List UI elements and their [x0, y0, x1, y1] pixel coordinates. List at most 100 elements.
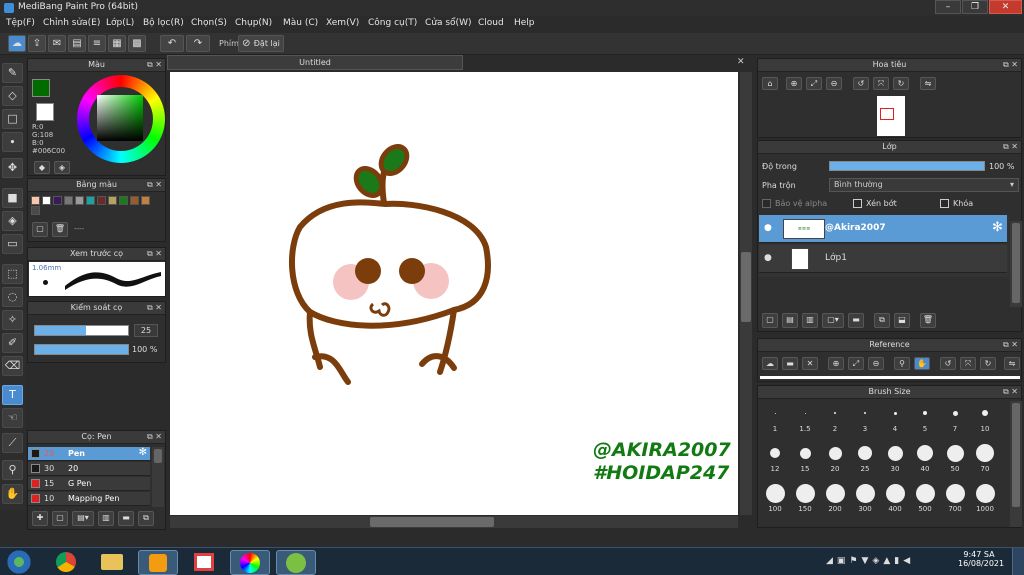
select-rect-tool-icon[interactable]: ⬚: [2, 264, 23, 284]
brush-size-cell[interactable]: 1: [760, 401, 790, 439]
new-halftone-layer-icon[interactable]: ▤: [782, 313, 798, 328]
layer-opacity-slider[interactable]: [829, 161, 985, 171]
panel-controls-icon[interactable]: ⧉ ✕: [147, 179, 162, 191]
menu-color[interactable]: Màu (C): [283, 18, 318, 28]
menu-snap[interactable]: Chụp(N): [235, 18, 272, 28]
brush-size-value[interactable]: 25: [134, 324, 158, 337]
reference-rotate-right-icon[interactable]: ↻: [980, 357, 996, 370]
menu-view[interactable]: Xem(V): [326, 18, 359, 28]
reference-eyedropper-icon[interactable]: ⚲: [894, 357, 910, 370]
horizontal-scrollbar[interactable]: [170, 516, 738, 528]
fit-window-icon[interactable]: ⤧: [873, 77, 889, 90]
menu-select[interactable]: Chọn(S): [191, 18, 227, 28]
text-tool-icon[interactable]: T: [2, 385, 23, 405]
panel-controls-icon[interactable]: ⧉ ✕: [1003, 386, 1018, 398]
system-tray-icons[interactable]: ◢▣⚑▼◈▲▮◀: [826, 556, 914, 566]
start-button[interactable]: [4, 550, 34, 574]
reference-flip-icon[interactable]: ⇋: [1004, 357, 1020, 370]
cloud-icon[interactable]: ☁: [8, 35, 26, 52]
panel-controls-icon[interactable]: ⧉ ✕: [147, 248, 162, 260]
eye-icon[interactable]: ●: [764, 253, 772, 263]
eraser-tool-icon[interactable]: ◇: [2, 86, 23, 106]
palette-swatch[interactable]: [119, 196, 128, 205]
palette-swatch[interactable]: [141, 196, 150, 205]
menu-cloud[interactable]: Cloud: [478, 18, 504, 28]
reference-open-icon[interactable]: ☁: [762, 357, 778, 370]
close-button[interactable]: ✕: [989, 0, 1022, 14]
protect-alpha-checkbox[interactable]: Bảo vệ alpha: [762, 199, 827, 208]
color-swap-icon[interactable]: ◆: [34, 161, 50, 174]
tiles-icon[interactable]: ▩: [128, 35, 146, 52]
grid-icon[interactable]: ▦: [108, 35, 126, 52]
media-player-icon[interactable]: [138, 550, 178, 575]
reference-folder-icon[interactable]: ▬: [782, 357, 798, 370]
new-layer-icon[interactable]: ▢: [762, 313, 778, 328]
panel-controls-icon[interactable]: ⧉ ✕: [147, 59, 162, 71]
gear-icon[interactable]: ✻: [139, 447, 147, 458]
minimize-button[interactable]: –: [935, 0, 961, 14]
brush-size-cell[interactable]: 25: [850, 441, 880, 479]
brush-row[interactable]: 30 20: [28, 462, 150, 476]
gradient-tool-icon[interactable]: ▭: [2, 234, 23, 254]
menu-layer[interactable]: Lớp(L): [106, 18, 134, 28]
foreground-color-swatch[interactable]: [32, 79, 50, 97]
medibang-icon[interactable]: [276, 550, 316, 575]
view-rectangle[interactable]: [880, 108, 894, 120]
undo-icon[interactable]: ↶: [160, 35, 184, 52]
brush-size-slider[interactable]: [34, 325, 129, 336]
menu-window[interactable]: Cửa sổ(W): [425, 18, 471, 28]
brush-tool-icon[interactable]: ✎: [2, 63, 23, 83]
palette-swatch[interactable]: [31, 196, 40, 205]
layer-folder-icon[interactable]: ▬: [848, 313, 864, 328]
operation-tool-icon[interactable]: ☜: [2, 408, 23, 428]
reference-close-icon[interactable]: ✕: [802, 357, 818, 370]
brush-settings-icon[interactable]: ▥: [98, 511, 114, 526]
brush-size-cell[interactable]: 3: [850, 401, 880, 439]
duplicate-icon[interactable]: ⧉: [138, 511, 154, 526]
brush-list-scrollbar[interactable]: [152, 447, 164, 507]
fit-icon[interactable]: ⤢: [806, 77, 822, 90]
brush-size-cell[interactable]: 500: [910, 481, 940, 519]
chrome-icon[interactable]: [46, 550, 86, 575]
palette-swatch[interactable]: [86, 196, 95, 205]
brush-row[interactable]: 25 Pen ✻: [28, 447, 150, 461]
drawing-canvas[interactable]: @AKIRA2007 #HOIDAP247: [170, 72, 738, 515]
trash-icon[interactable]: 🗑: [52, 222, 68, 237]
brush-size-cell[interactable]: 40: [910, 441, 940, 479]
palette-swatch[interactable]: [31, 206, 40, 215]
divide-tool-icon[interactable]: ⟋: [2, 433, 23, 453]
palette-swatch[interactable]: [42, 196, 51, 205]
reference-rotate-left-icon[interactable]: ↺: [940, 357, 956, 370]
brush-size-cell[interactable]: 20: [820, 441, 850, 479]
brush-size-cell[interactable]: 2: [820, 401, 850, 439]
panel-controls-icon[interactable]: ⧉ ✕: [1003, 141, 1018, 153]
reference-zoom-in-icon[interactable]: ⊕: [828, 357, 844, 370]
brush-size-cell[interactable]: 15: [790, 441, 820, 479]
comment-icon[interactable]: ✉: [48, 35, 66, 52]
blend-mode-select[interactable]: Bình thường ▾: [829, 178, 1019, 192]
menu-file[interactable]: Tệp(F): [6, 18, 35, 28]
brush-size-cell[interactable]: 4: [880, 401, 910, 439]
magic-wand-tool-icon[interactable]: ✧: [2, 310, 23, 330]
brush-size-cell[interactable]: 200: [820, 481, 850, 519]
brush-size-cell[interactable]: 1.5: [790, 401, 820, 439]
lock-checkbox[interactable]: Khóa: [940, 199, 973, 208]
palette-swatch[interactable]: [64, 196, 73, 205]
menu-filter[interactable]: Bộ lọc(R): [143, 18, 184, 28]
layer-scrollbar[interactable]: [1010, 221, 1022, 307]
paint-app-icon[interactable]: [230, 550, 270, 575]
move-tool-icon[interactable]: ✥: [2, 158, 23, 178]
app-grid-icon[interactable]: [184, 550, 224, 575]
brush-size-cell[interactable]: 5: [910, 401, 940, 439]
saturation-square[interactable]: [97, 95, 143, 141]
vertical-scrollbar[interactable]: [740, 72, 752, 515]
brush-size-scrollbar[interactable]: [1010, 401, 1022, 527]
palette-swatch[interactable]: [130, 196, 139, 205]
rotate-left-icon[interactable]: ↺: [853, 77, 869, 90]
brush-menu-icon[interactable]: ▤▾: [72, 511, 94, 526]
color-reset-icon[interactable]: ◈: [54, 161, 70, 174]
eye-icon[interactable]: ●: [764, 223, 772, 233]
reference-hand-icon[interactable]: ✋: [914, 357, 930, 370]
redo-icon[interactable]: ↷: [186, 35, 210, 52]
eyedropper-tool-icon[interactable]: ⚲: [2, 460, 23, 480]
